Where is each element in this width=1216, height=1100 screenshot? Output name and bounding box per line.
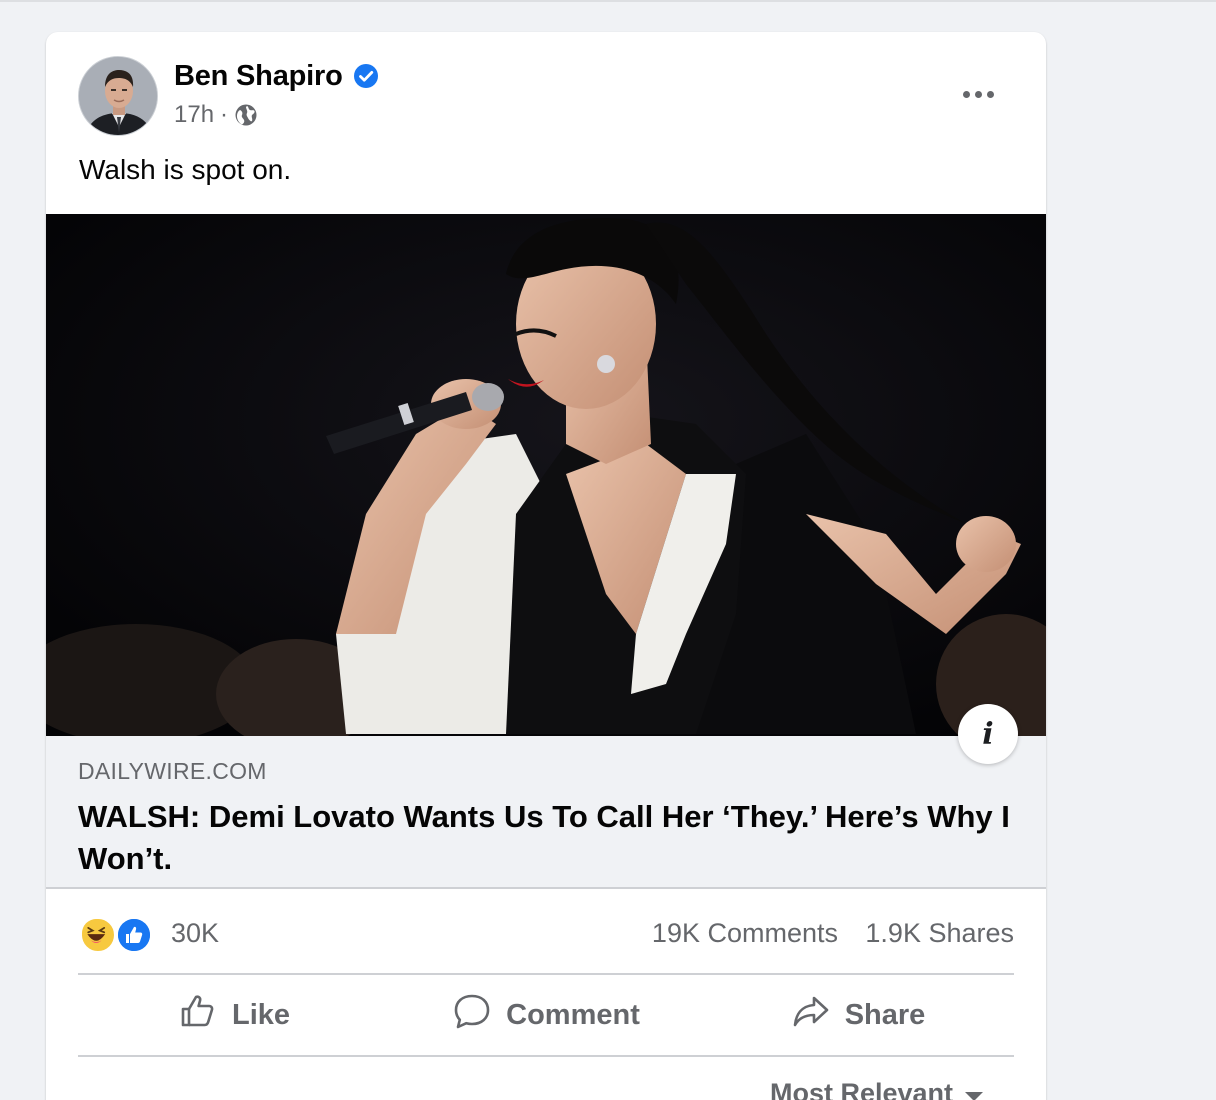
link-preview-image[interactable]: [46, 214, 1046, 736]
share-label: Share: [844, 998, 926, 1031]
reaction-icons[interactable]: [78, 914, 158, 954]
post-timestamp[interactable]: 17h: [174, 101, 214, 129]
like-label: Like: [231, 998, 291, 1031]
share-button[interactable]: Share: [702, 982, 1014, 1048]
comment-label: Comment: [506, 998, 640, 1031]
comments-count[interactable]: 19K Comments: [652, 918, 838, 949]
post-actions: Like Comment Share: [78, 982, 1014, 1048]
shares-count[interactable]: 1.9K Shares: [865, 918, 1014, 949]
more-dot: [974, 90, 982, 98]
author-avatar[interactable]: [78, 56, 158, 136]
sort-label: Most Relevant: [770, 1078, 954, 1100]
info-icon[interactable]: i: [958, 704, 1018, 764]
more-dot: [962, 90, 970, 98]
haha-reaction-icon: [80, 917, 116, 953]
post-text: Walsh is spot on.: [79, 154, 292, 185]
actions-divider: [78, 1055, 1014, 1057]
reactions-count[interactable]: 30K: [171, 918, 219, 949]
verified-badge-icon: [353, 63, 379, 89]
author-row: Ben Shapiro: [174, 58, 379, 94]
more-options-icon[interactable]: [950, 74, 1006, 114]
top-divider: [0, 0, 1216, 2]
share-arrow-icon: [791, 991, 831, 1039]
author-name[interactable]: Ben Shapiro: [174, 60, 343, 93]
comment-button[interactable]: Comment: [390, 982, 702, 1048]
caret-down-icon: [965, 1092, 984, 1100]
link-domain: DAILYWIRE.COM: [78, 758, 267, 784]
comment-sort-dropdown[interactable]: Most Relevant: [770, 1078, 984, 1100]
post-meta: 17h ·: [174, 100, 258, 130]
feed-post: Ben Shapiro 17h · Walsh is spot on. i DA…: [46, 32, 1046, 1100]
stats-divider: [78, 973, 1014, 975]
globe-icon[interactable]: [234, 103, 258, 127]
speech-bubble-icon: [452, 991, 492, 1039]
link-title[interactable]: WALSH: Demi Lovato Wants Us To Call Her …: [78, 796, 1018, 880]
like-reaction-icon: [116, 917, 152, 953]
link-preview[interactable]: DAILYWIRE.COM WALSH: Demi Lovato Wants U…: [46, 736, 1046, 889]
meta-separator: ·: [220, 101, 229, 128]
post-header: Ben Shapiro 17h ·: [46, 32, 1046, 142]
like-button[interactable]: Like: [78, 982, 390, 1048]
thumbs-up-icon: [178, 991, 218, 1039]
post-stats: 30K 19K Comments 1.9K Shares: [78, 912, 1014, 956]
more-dot: [986, 90, 994, 98]
